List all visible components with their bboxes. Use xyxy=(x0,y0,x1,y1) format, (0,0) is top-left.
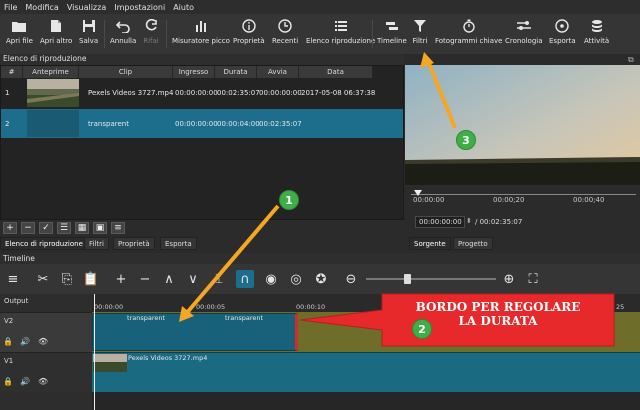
callout-line-1: BORDO PER REGOLARE xyxy=(415,300,581,314)
arrow-3 xyxy=(426,60,457,129)
step-badge-2: 2 xyxy=(412,319,432,339)
arrow-1 xyxy=(183,204,280,317)
annotation-arrows xyxy=(179,52,615,347)
step-badge-3: 3 xyxy=(456,130,476,150)
step-badge-1: 1 xyxy=(279,190,299,210)
